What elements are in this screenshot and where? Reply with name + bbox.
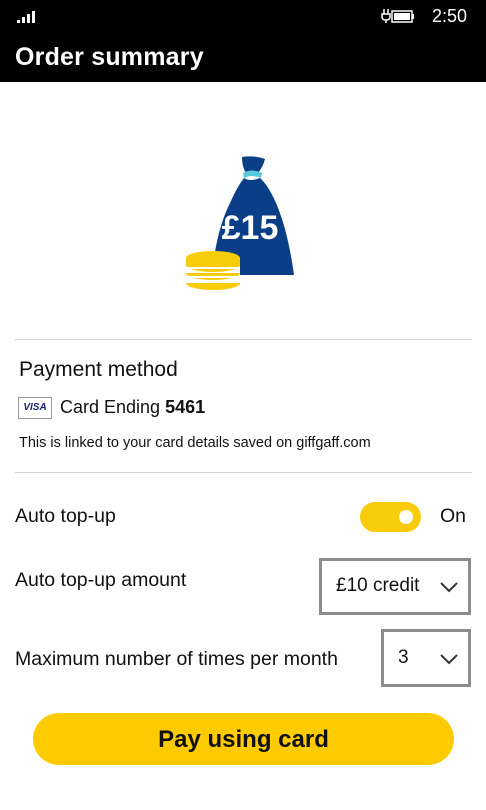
page-title: Order summary: [15, 43, 204, 71]
toggle-knob: [399, 510, 413, 524]
money-bag-icon: £15: [186, 156, 294, 290]
auto-topup-toggle[interactable]: [360, 502, 421, 532]
card-ending-label: Card Ending: [60, 397, 161, 417]
divider: [15, 339, 472, 340]
chevron-down-icon: [440, 654, 458, 665]
page-header: Order summary: [0, 32, 486, 82]
pay-button-label: Pay using card: [158, 726, 329, 753]
auto-topup-amount-value: £10 credit: [336, 575, 420, 596]
status-bar: 2:50: [0, 0, 486, 32]
chevron-down-icon: [440, 582, 458, 593]
hero-amount: £15: [222, 209, 279, 247]
payment-method-title: Payment method: [19, 358, 178, 381]
visa-card-icon: VISA: [18, 397, 52, 419]
card-linked-note: This is linked to your card details save…: [19, 435, 371, 451]
battery-charging-icon: [381, 9, 414, 23]
auto-topup-label: Auto top-up: [15, 505, 116, 527]
signal-bars-icon: [17, 11, 35, 23]
auto-topup-state: On: [440, 505, 467, 527]
max-times-label: Maximum number of times per month: [15, 648, 338, 670]
auto-topup-amount-select[interactable]: £10 credit: [319, 558, 471, 615]
card-last-four: 5461: [165, 397, 206, 417]
auto-topup-amount-label: Auto top-up amount: [15, 569, 187, 591]
max-times-select[interactable]: 3: [381, 629, 471, 687]
max-times-value: 3: [398, 647, 409, 668]
pay-using-card-button[interactable]: Pay using card: [33, 713, 454, 765]
divider: [15, 472, 472, 473]
card-ending: Card Ending 5461: [60, 397, 205, 418]
status-time: 2:50: [432, 6, 468, 26]
visa-logo-text: VISA: [23, 402, 47, 413]
